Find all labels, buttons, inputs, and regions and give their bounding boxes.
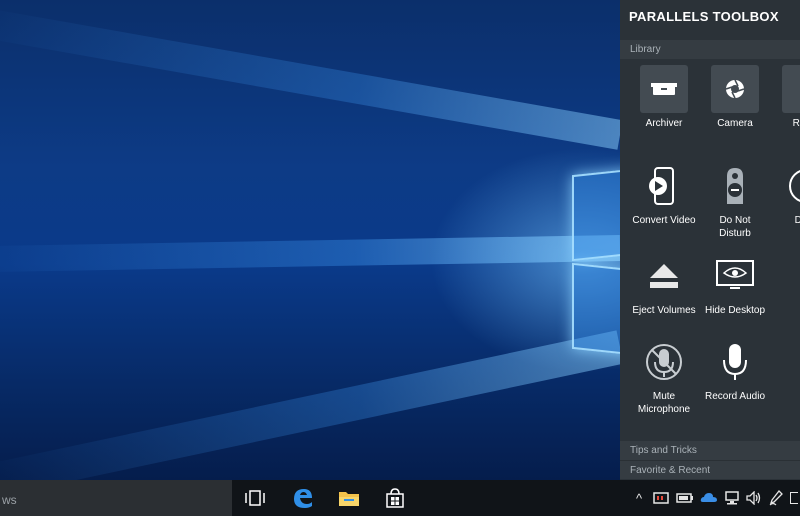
volume-icon [746, 491, 761, 505]
parallels-icon [653, 492, 669, 504]
onedrive-icon [700, 493, 717, 502]
mute-microphone-icon [640, 338, 688, 386]
tool-do-not-sleep[interactable]: Do N [771, 162, 800, 227]
chevron-up-icon: ^ [635, 490, 643, 506]
do-not-sleep-icon [782, 162, 800, 210]
pen-button[interactable] [766, 480, 786, 516]
battery-button[interactable] [674, 480, 696, 516]
section-library[interactable]: Library [620, 40, 800, 59]
taskbar: ws ^ [0, 480, 800, 516]
battery-icon [676, 493, 693, 503]
tool-hide-desktop[interactable]: Hide Desktop [700, 252, 770, 317]
parallels-tray-button[interactable] [650, 480, 672, 516]
edge-button[interactable] [280, 480, 326, 516]
notification-icon [790, 492, 798, 504]
task-view-button[interactable] [232, 480, 278, 516]
store-icon [386, 488, 404, 508]
pen-icon [769, 490, 783, 506]
section-tips-and-tricks[interactable]: Tips and Tricks [620, 441, 800, 460]
archiver-icon [640, 65, 688, 113]
eject-icon [640, 252, 688, 300]
tool-camera[interactable]: Camera [700, 65, 770, 130]
store-button[interactable] [372, 480, 418, 516]
parallels-toolbox-panel: PARALLELS TOOLBOX Library Archiver Camer… [620, 0, 800, 480]
convert-video-icon [640, 162, 688, 210]
panel-title: PARALLELS TOOLBOX [629, 9, 779, 24]
file-explorer-icon [339, 492, 359, 506]
edge-icon [294, 489, 312, 508]
tool-eject-volumes[interactable]: Eject Volumes [629, 252, 699, 317]
task-view-icon [245, 490, 265, 506]
tool-archiver[interactable]: Archiver [629, 65, 699, 130]
show-hidden-icons-button[interactable]: ^ [630, 480, 648, 516]
search-text: ws [2, 493, 17, 507]
file-explorer-button[interactable] [326, 480, 372, 516]
tool-grid: Archiver Camera Recor Convert Video Do N… [620, 60, 800, 440]
launch-icon [782, 252, 800, 300]
camera-icon [711, 65, 759, 113]
light-beam [0, 5, 623, 150]
search-box[interactable]: ws [0, 480, 232, 516]
tool-launch[interactable]: La [771, 252, 800, 317]
tool-convert-video[interactable]: Convert Video [629, 162, 699, 227]
do-not-disturb-icon [711, 162, 759, 210]
tool-mute-microphone[interactable]: Mute Microphone [629, 338, 699, 416]
tool-do-not-disturb[interactable]: Do Not Disturb [700, 162, 770, 240]
volume-button[interactable] [744, 480, 764, 516]
record-audio-icon [711, 338, 759, 386]
notification-button[interactable] [788, 480, 800, 516]
network-button[interactable] [722, 480, 742, 516]
record-screen-icon [782, 65, 800, 113]
section-favorite-recent[interactable]: Favorite & Recent [620, 460, 800, 479]
light-beam [0, 235, 621, 273]
hide-desktop-icon [711, 252, 759, 300]
tool-record[interactable]: Recor [771, 65, 800, 130]
tool-record-audio[interactable]: Record Audio [700, 338, 770, 403]
network-icon [725, 491, 739, 505]
onedrive-button[interactable] [698, 480, 720, 516]
light-beam [0, 330, 624, 480]
